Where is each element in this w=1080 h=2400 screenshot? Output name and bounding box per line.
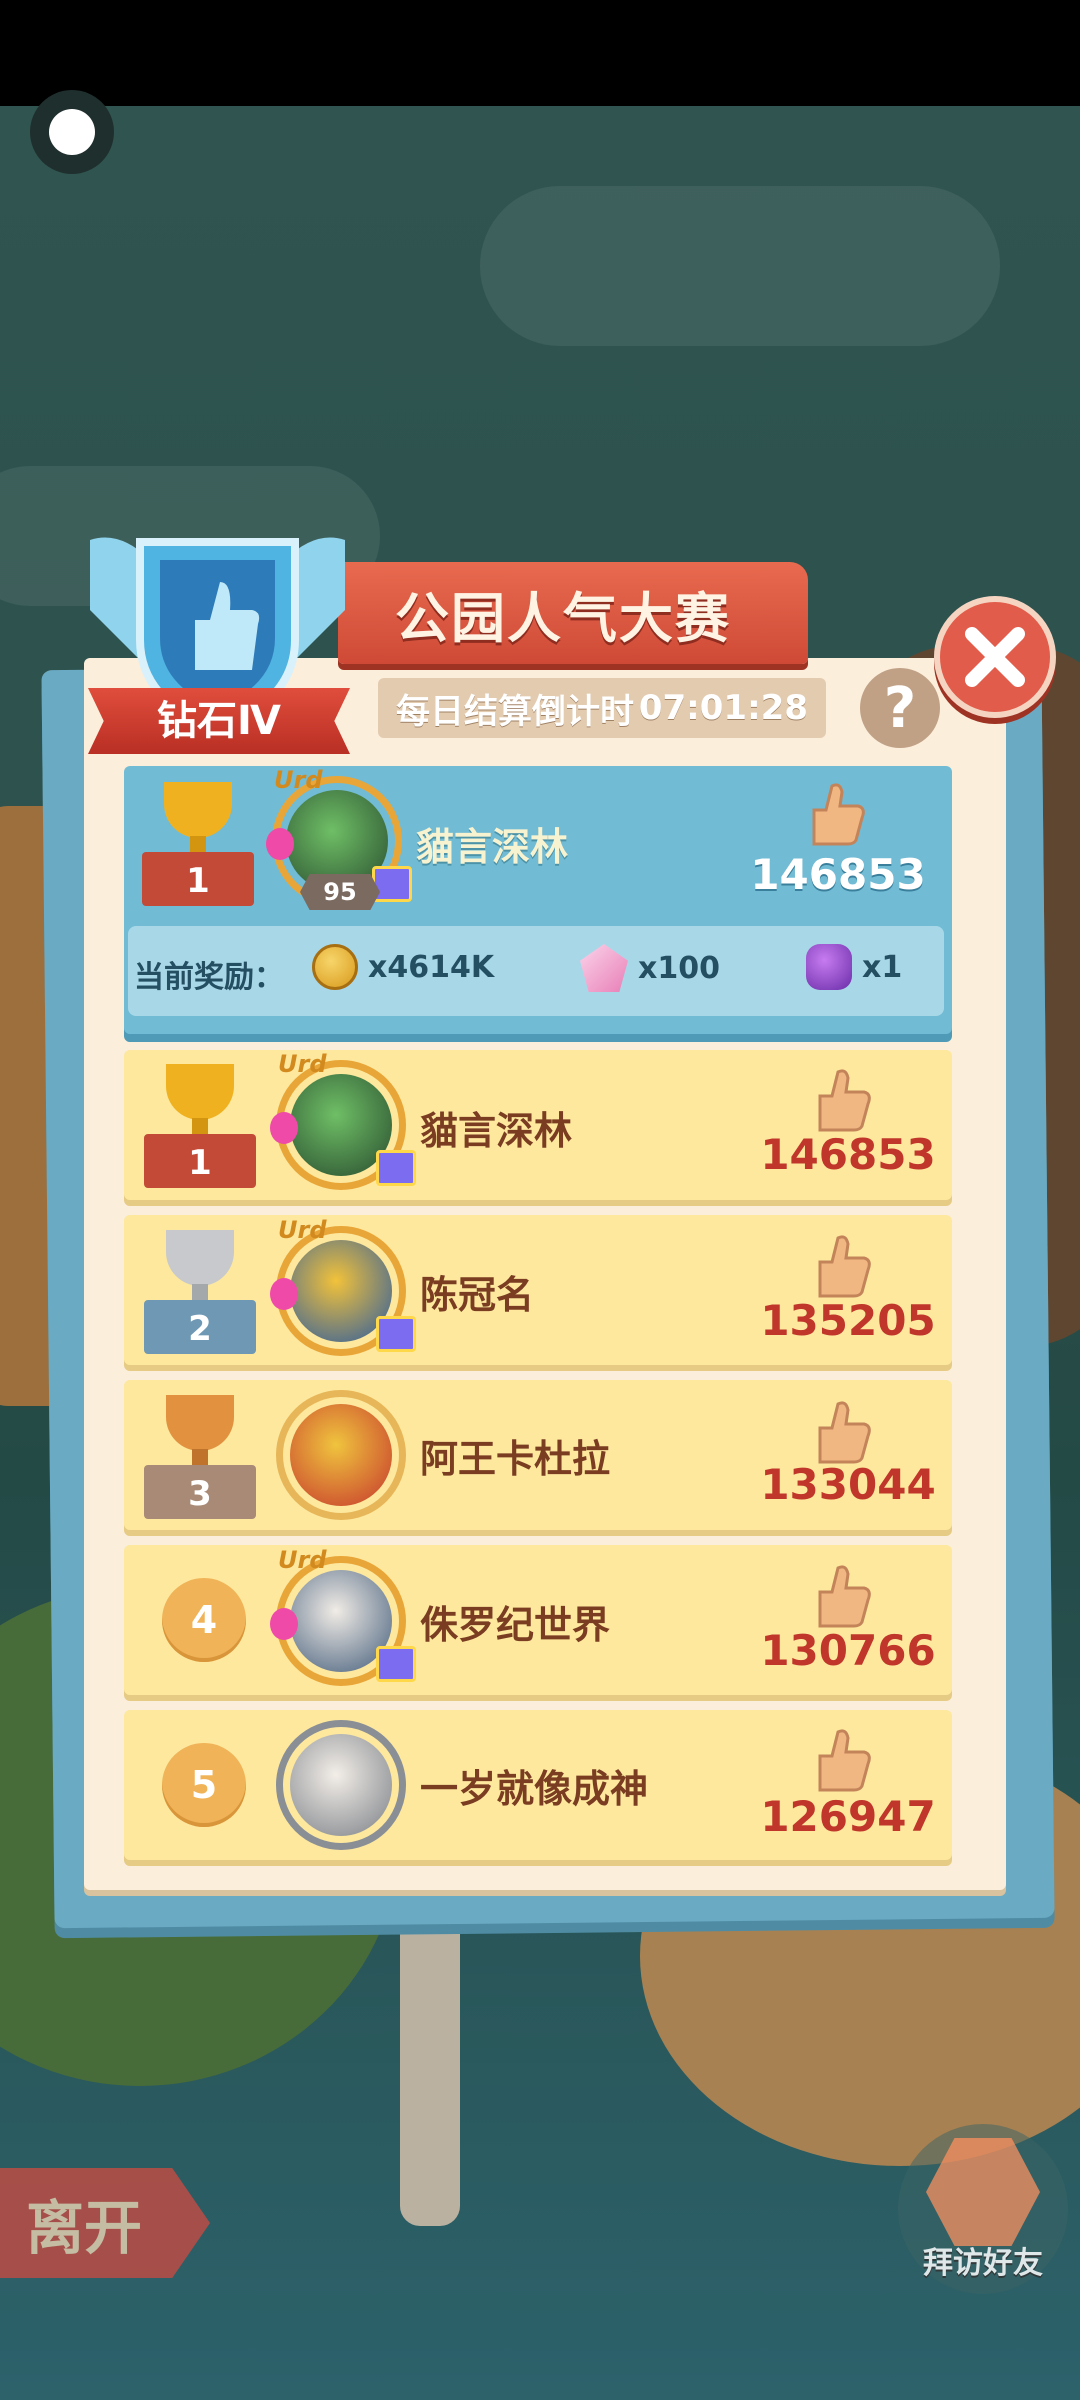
thumbs-up-icon <box>812 783 865 846</box>
gift-icon <box>376 1150 416 1186</box>
help-button[interactable]: ? <box>860 668 940 748</box>
reward-coins-amount: x4614K <box>368 949 495 985</box>
gift-icon <box>376 1316 416 1352</box>
close-button[interactable] <box>934 596 1056 718</box>
player-score: 133044 <box>760 1460 936 1509</box>
reward-orb: x1 <box>806 944 902 990</box>
help-icon: ? <box>883 675 917 741</box>
status-bar <box>0 0 1080 106</box>
daily-countdown: 每日结算倒计时 07:01:28 <box>378 678 826 738</box>
rank-tier-ribbon: 钻石Ⅳ <box>88 688 350 754</box>
bronze-trophy-icon: 3 <box>144 1395 256 1519</box>
screen-record-indicator[interactable] <box>30 90 114 174</box>
visit-friends-button[interactable]: 拜访好友 <box>898 2124 1068 2294</box>
balloon-icon <box>270 1608 298 1640</box>
page-title: 公园人气大赛 <box>395 587 731 650</box>
reward-gems-amount: x100 <box>638 950 720 986</box>
coin-icon <box>312 944 358 990</box>
my-player-name: 貓言深林 <box>416 825 569 869</box>
silver-trophy-icon: 2 <box>144 1230 256 1354</box>
gold-trophy-icon: 1 <box>144 1064 256 1188</box>
thumbs-up-icon <box>818 1069 871 1132</box>
countdown-label: 每日结算倒计时 <box>396 691 634 732</box>
reward-gems: x100 <box>580 944 720 992</box>
rank-number: 3 <box>144 1465 256 1519</box>
my-level-tag: 95 <box>300 874 380 910</box>
gift-icon <box>376 1646 416 1682</box>
rank-circle: 5 <box>162 1743 246 1827</box>
balloon-icon <box>266 828 294 860</box>
player-score: 146853 <box>760 1130 936 1179</box>
player-score: 135205 <box>760 1296 936 1345</box>
balloon-icon <box>270 1278 298 1310</box>
player-name: 阿王卡杜拉 <box>420 1437 611 1481</box>
orb-icon <box>806 944 852 990</box>
player-avatar[interactable]: Urd <box>270 1546 416 1686</box>
thumbs-up-icon <box>818 1565 871 1628</box>
my-score: 146853 <box>750 850 926 899</box>
reward-orb-amount: x1 <box>862 949 903 985</box>
player-score: 130766 <box>760 1626 936 1675</box>
my-rank-number: 1 <box>142 852 254 906</box>
gem-icon <box>580 944 628 992</box>
player-avatar[interactable] <box>276 1390 406 1520</box>
player-avatar[interactable]: Urd <box>270 1216 416 1356</box>
paw-icon <box>926 2138 1040 2246</box>
player-score: 126947 <box>760 1792 936 1841</box>
countdown-time: 07:01:28 <box>638 688 808 728</box>
rank-number: 2 <box>144 1300 256 1354</box>
player-name: 貓言深林 <box>420 1109 573 1153</box>
balloon-icon <box>270 1112 298 1144</box>
thumbs-up-icon <box>818 1729 871 1792</box>
player-avatar[interactable]: Urd <box>270 1050 416 1190</box>
close-icon <box>965 627 1025 687</box>
reward-coins: x4614K <box>312 944 494 990</box>
leave-label: 离开 <box>26 2194 143 2262</box>
leave-button[interactable]: 离开 <box>0 2168 210 2278</box>
player-name: 一岁就像成神 <box>420 1767 649 1811</box>
rank-number: 1 <box>144 1134 256 1188</box>
player-avatar[interactable] <box>276 1720 406 1850</box>
gift-icon <box>372 866 412 902</box>
thumbs-up-icon <box>818 1235 871 1298</box>
player-name: 侏罗纪世界 <box>420 1603 611 1647</box>
visit-friends-label: 拜访好友 <box>923 2246 1043 2281</box>
gold-trophy-icon: 1 <box>142 782 254 906</box>
thumbs-up-icon <box>818 1401 871 1464</box>
rank-circle: 4 <box>162 1578 246 1662</box>
current-rewards-label: 当前奖励： <box>134 960 284 995</box>
player-name: 陈冠名 <box>420 1273 535 1317</box>
